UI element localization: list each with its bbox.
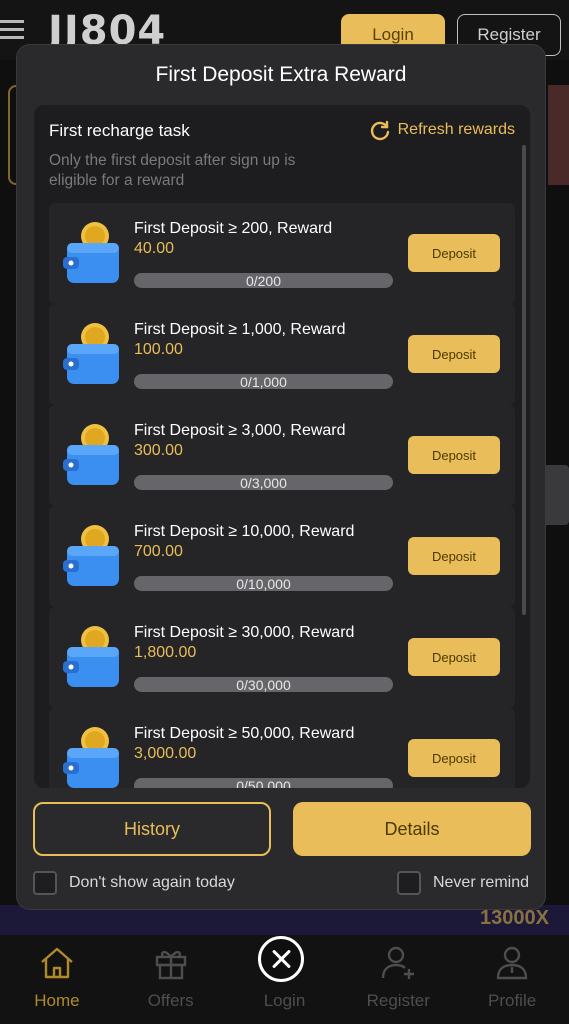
never-remind-checkbox[interactable] xyxy=(396,871,421,895)
task-label: First Deposit ≥ 30,000, Reward xyxy=(134,624,355,641)
task-progress-text: 0/30,000 xyxy=(236,676,291,693)
deposit-button[interactable]: Deposit xyxy=(408,234,500,272)
nav-home[interactable]: Home xyxy=(0,935,114,1024)
close-modal-button[interactable] xyxy=(258,936,304,982)
gift-icon xyxy=(155,950,186,980)
task-item: First Deposit ≥ 10,000, Reward 700.00 0/… xyxy=(49,506,515,607)
background-game-thumb xyxy=(542,465,569,525)
task-item: First Deposit ≥ 30,000, Reward 1,800.00 … xyxy=(49,607,515,708)
task-label: First Deposit ≥ 1,000, Reward xyxy=(134,321,346,338)
nav-offers-label: Offers xyxy=(147,991,194,1010)
task-progress-text: 0/10,000 xyxy=(236,575,291,592)
task-progress-bar: 0/50,000 xyxy=(134,778,393,788)
task-label: First Deposit ≥ 50,000, Reward xyxy=(134,725,355,742)
deposit-button[interactable]: Deposit xyxy=(408,638,500,676)
task-progress-bar: 0/30,000 xyxy=(134,676,393,693)
task-reward: 300.00 xyxy=(134,442,183,459)
background-banner-edge xyxy=(548,85,569,185)
nav-home-label: Home xyxy=(34,991,80,1010)
task-label: First Deposit ≥ 200, Reward xyxy=(134,220,333,237)
task-progress-text: 0/1,000 xyxy=(240,373,287,390)
task-item: First Deposit ≥ 1,000, Reward 100.00 0/1… xyxy=(49,304,515,405)
eligibility-note: Only the first deposit after sign up is … xyxy=(49,152,296,189)
nav-login-label: Login xyxy=(263,991,306,1010)
wallet-coin-icon xyxy=(63,525,119,586)
deposit-button[interactable]: Deposit xyxy=(408,739,500,777)
refresh-icon xyxy=(370,120,389,141)
task-item: First Deposit ≥ 50,000, Reward 3,000.00 … xyxy=(49,708,515,788)
history-button[interactable]: History xyxy=(33,802,271,856)
panel-scrollbar[interactable] xyxy=(522,145,526,615)
menu-icon[interactable] xyxy=(0,20,28,44)
refresh-rewards-button[interactable]: Refresh rewards xyxy=(369,119,515,141)
task-progress-bar: 0/3,000 xyxy=(134,474,393,491)
nav-register[interactable]: Register xyxy=(341,935,455,1024)
task-reward: 3,000.00 xyxy=(134,745,197,762)
background-badge: 13000X xyxy=(480,907,549,929)
task-progress-bar: 0/1,000 xyxy=(134,373,393,390)
user-add-icon xyxy=(382,946,415,979)
task-reward: 700.00 xyxy=(134,543,183,560)
task-item: First Deposit ≥ 200, Reward 40.00 0/200 … xyxy=(49,203,515,304)
dont-show-today-checkbox[interactable] xyxy=(33,871,57,895)
nav-profile[interactable]: Profile xyxy=(455,935,569,1024)
task-progress-text: 0/200 xyxy=(245,272,282,289)
task-progress-text: 0/50,000 xyxy=(236,777,291,789)
dont-show-today-label: Don't show again today xyxy=(69,874,235,891)
deposit-button[interactable]: Deposit xyxy=(408,436,500,474)
task-reward: 40.00 xyxy=(134,240,175,257)
wallet-coin-icon xyxy=(63,424,119,485)
task-reward: 100.00 xyxy=(134,341,183,358)
task-item: First Deposit ≥ 3,000, Reward 300.00 0/3… xyxy=(49,405,515,506)
task-progress-text: 0/3,000 xyxy=(240,474,287,491)
task-label: First Deposit ≥ 3,000, Reward xyxy=(134,422,346,439)
task-panel: First recharge task Refresh rewards Only… xyxy=(34,105,530,788)
first-deposit-modal: First Deposit Extra Reward First recharg… xyxy=(16,44,546,910)
wallet-coin-icon xyxy=(63,222,119,283)
task-list: First Deposit ≥ 200, Reward 40.00 0/200 … xyxy=(49,203,515,788)
deposit-button[interactable]: Deposit xyxy=(408,335,500,373)
wallet-coin-icon xyxy=(63,626,119,687)
deposit-button[interactable]: Deposit xyxy=(408,537,500,575)
wallet-coin-icon xyxy=(63,727,119,788)
dont-show-today-option[interactable]: Don't show again today xyxy=(33,871,235,895)
nav-offers[interactable]: Offers xyxy=(114,935,228,1024)
refresh-rewards-label: Refresh rewards xyxy=(397,121,515,138)
nav-register-label: Register xyxy=(366,991,430,1010)
task-label: First Deposit ≥ 10,000, Reward xyxy=(134,523,355,540)
details-button[interactable]: Details xyxy=(293,802,531,856)
task-reward: 1,800.00 xyxy=(134,644,197,661)
nav-profile-label: Profile xyxy=(487,991,537,1010)
task-progress-bar: 0/10,000 xyxy=(134,575,393,592)
wallet-coin-icon xyxy=(63,323,119,384)
never-remind-option[interactable]: Never remind xyxy=(396,871,529,895)
modal-title: First Deposit Extra Reward xyxy=(155,63,407,86)
profile-icon xyxy=(496,946,528,980)
home-icon xyxy=(41,947,73,979)
never-remind-label: Never remind xyxy=(432,874,529,891)
task-section-title: First recharge task xyxy=(49,121,190,140)
task-progress-bar: 0/200 xyxy=(134,272,393,289)
